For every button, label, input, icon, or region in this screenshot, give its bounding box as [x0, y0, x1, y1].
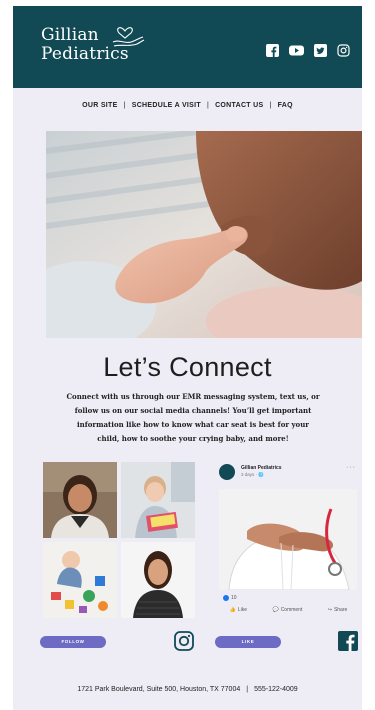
nav-contact-us[interactable]: CONTACT US	[215, 102, 263, 109]
nav-faq[interactable]: FAQ	[278, 102, 293, 109]
like-reaction-icon	[223, 595, 229, 601]
nav-separator: |	[123, 102, 126, 109]
footer: 1721 Park Boulevard, Suite 500, Houston,…	[13, 686, 362, 693]
nav-our-site[interactable]: OUR SITE	[82, 102, 117, 109]
facebook-icon[interactable]	[266, 44, 279, 57]
facebook-comment-action[interactable]: 💬 Comment	[272, 607, 302, 613]
footer-phone[interactable]: 555-122-4009	[254, 686, 298, 693]
instagram-icon[interactable]	[337, 44, 350, 57]
facebook-comment-label: Comment	[280, 607, 303, 613]
facebook-likes[interactable]: 10	[223, 595, 237, 601]
facebook-icon[interactable]	[337, 630, 359, 652]
email-container: Gillian Pediatrics OUR SITE | SCHEDULE A…	[13, 6, 362, 710]
more-options-icon[interactable]: ···	[346, 464, 356, 471]
share-icon: ↪	[327, 607, 332, 613]
thumbs-up-icon: 👍	[229, 607, 236, 613]
main-body-text: Connect with us through our EMR messagin…	[66, 392, 320, 443]
facebook-post-card[interactable]: Gillian Pediatrics 3 days · 🌐 ··· 10 👍 L…	[217, 462, 360, 620]
top-nav: OUR SITE | SCHEDULE A VISIT | CONTACT US | FAQ	[13, 102, 362, 109]
page: Gillian Pediatrics OUR SITE | SCHEDULE A…	[0, 0, 375, 710]
footer-address: 1721 Park Boulevard, Suite 500, Houston,…	[77, 686, 241, 693]
nav-separator: |	[206, 102, 210, 109]
facebook-like-action[interactable]: 👍 Like	[230, 607, 247, 613]
comment-icon: 💬	[272, 607, 279, 613]
facebook-post-actions: 👍 Like 💬 Comment ↪ Share	[217, 607, 360, 613]
nav-schedule-visit[interactable]: SCHEDULE A VISIT	[132, 102, 201, 109]
like-button[interactable]: LIKE	[215, 636, 281, 648]
footer-separator: |	[246, 686, 249, 693]
main-title: Let’s Connect	[103, 352, 272, 382]
facebook-page-name: Gillian Pediatrics	[241, 465, 282, 471]
photo-woman-smiling	[43, 462, 117, 538]
instagram-icon[interactable]	[173, 630, 195, 652]
hero-image	[46, 131, 362, 338]
facebook-post-date: 3 days · 🌐	[241, 472, 264, 478]
facebook-share-label: Share	[333, 607, 348, 613]
heart-hand-icon	[112, 27, 145, 47]
facebook-likes-count: 10	[231, 595, 237, 601]
globe-icon: 🌐	[258, 472, 264, 477]
youtube-icon[interactable]	[289, 44, 304, 57]
follow-button[interactable]: FOLLOW	[40, 636, 106, 648]
facebook-post-date-text: 3 days ·	[241, 472, 259, 477]
facebook-post-image	[219, 489, 357, 590]
twitter-icon[interactable]	[314, 44, 327, 57]
photo-baby-toys	[43, 542, 117, 618]
hero-baby-hand-photo	[46, 131, 362, 338]
photo-child-reading	[121, 462, 195, 538]
facebook-like-label: Like	[237, 607, 248, 613]
photo-woman-portrait	[121, 542, 195, 618]
nav-separator: |	[269, 102, 272, 109]
header: Gillian Pediatrics	[13, 6, 362, 88]
facebook-share-action[interactable]: ↪ Share	[328, 607, 348, 613]
facebook-page-avatar	[219, 464, 235, 480]
header-social-icons	[266, 44, 350, 57]
